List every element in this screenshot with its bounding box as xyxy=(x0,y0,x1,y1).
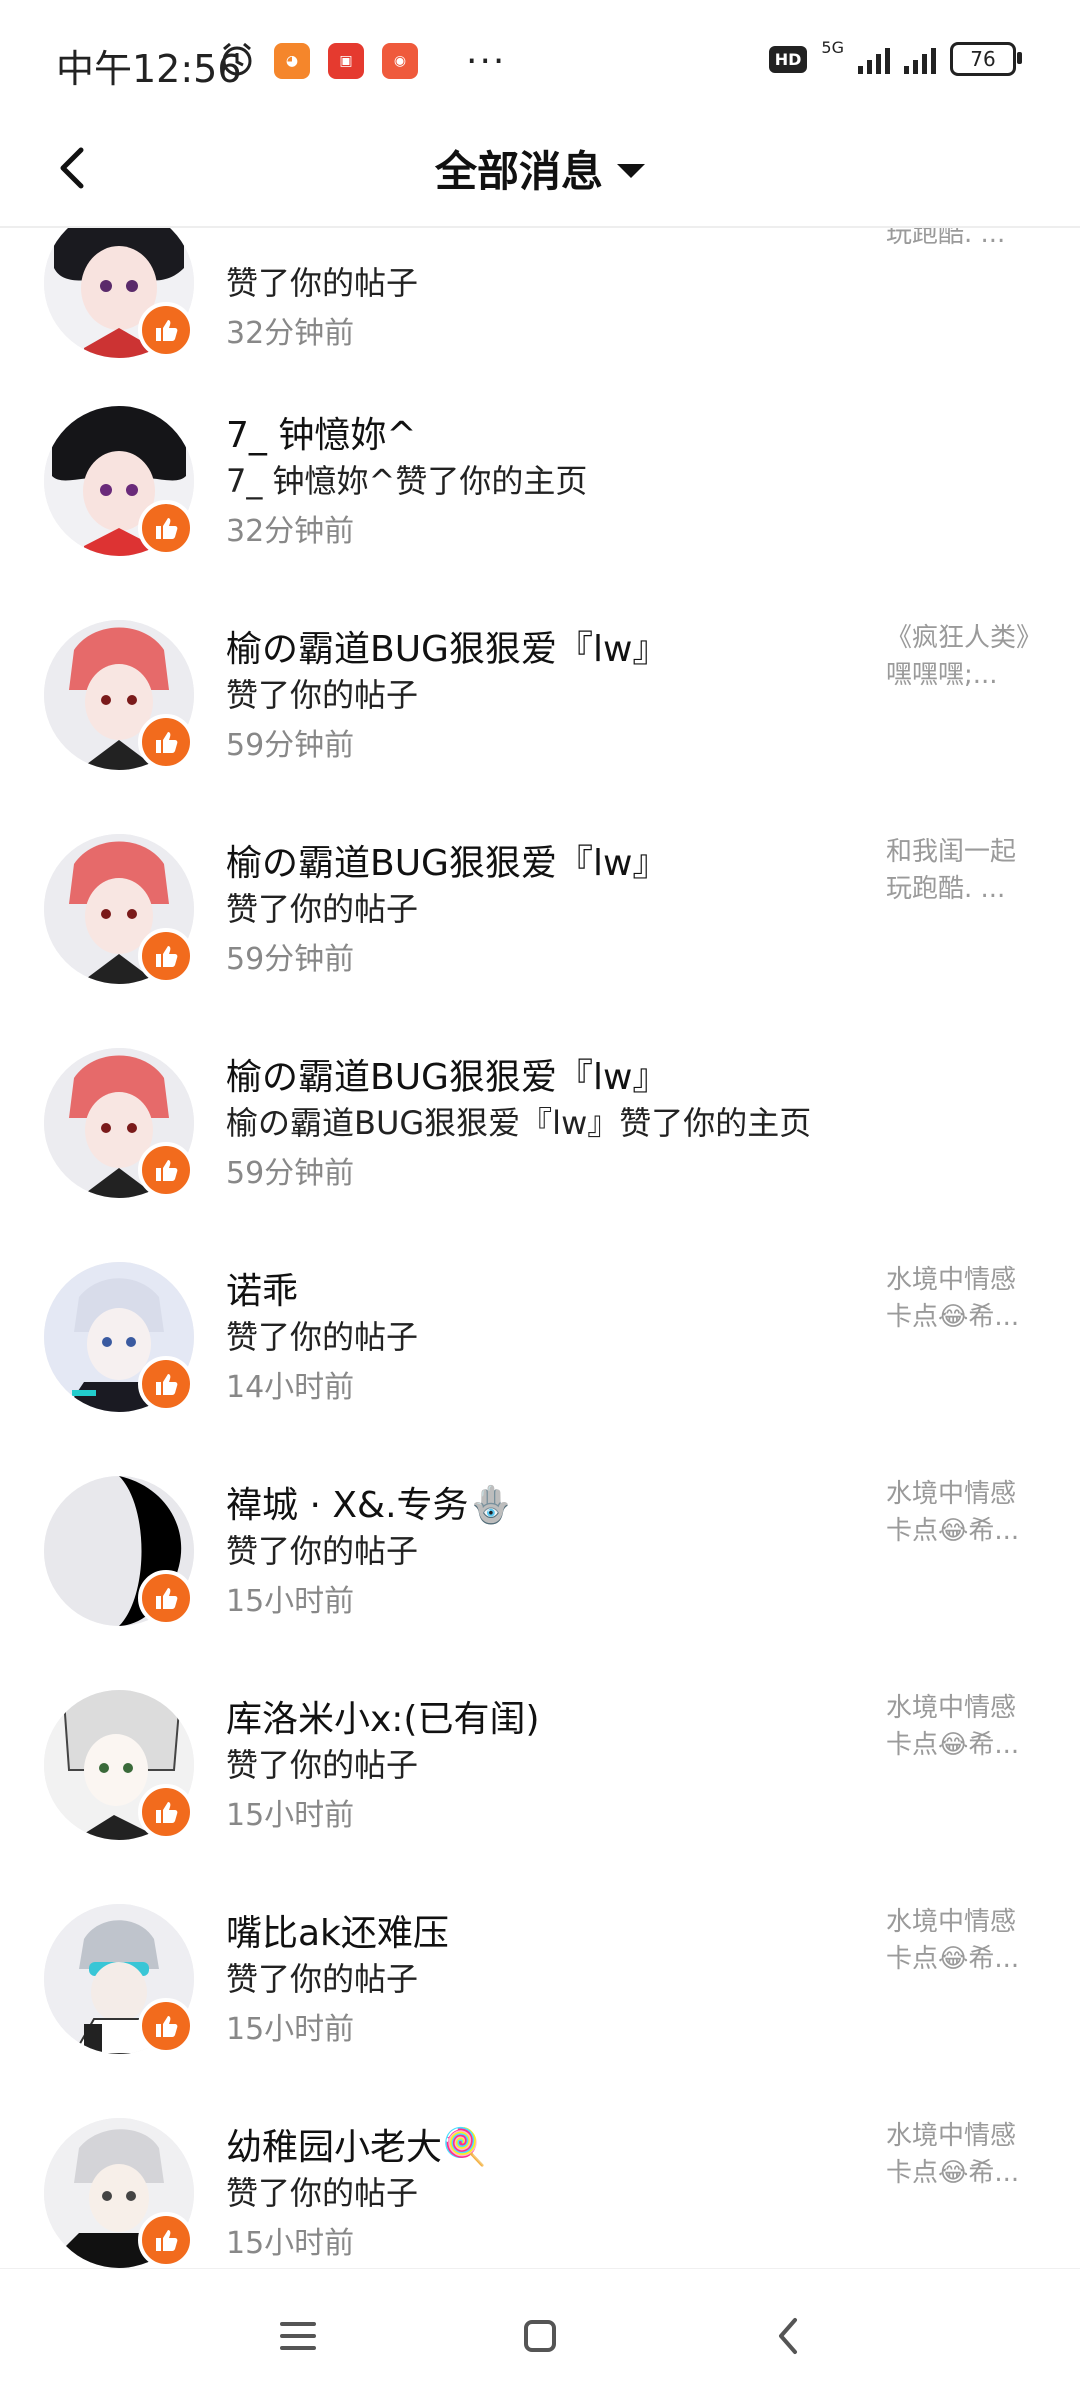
status-app-icons: ◕ ▣ ◉ ··· xyxy=(218,40,506,82)
avatar[interactable] xyxy=(44,1476,194,1626)
avatar[interactable] xyxy=(44,1262,194,1412)
status-time: 中午12:56 xyxy=(56,47,242,91)
system-navigation-bar xyxy=(0,2268,1080,2401)
action-text: 赞了你的帖子 xyxy=(226,676,419,714)
avatar[interactable] xyxy=(44,1690,194,1840)
user-name[interactable]: 禕城 · X&.专务🪬 xyxy=(226,1476,513,1528)
message-filter-dropdown[interactable]: 全部消息 xyxy=(0,138,1080,199)
like-badge-icon xyxy=(138,1784,194,1840)
avatar[interactable] xyxy=(44,1048,194,1198)
avatar[interactable] xyxy=(44,228,194,358)
list-item[interactable]: 榆の霸道BUG狠狠爱『lw』 榆の霸道BUG狠狠爱『lw』赞了你的主页 59分钟… xyxy=(0,1048,1080,1262)
avatar[interactable] xyxy=(44,834,194,984)
caret-down-icon xyxy=(617,163,645,178)
action-text: 赞了你的帖子 xyxy=(226,1960,419,1998)
action-text: 赞了你的帖子 xyxy=(226,1746,419,1784)
like-badge-icon xyxy=(138,1356,194,1412)
action-text: 赞了你的帖子 xyxy=(226,1532,419,1570)
list-item[interactable]: 榆の霸道BUG狠狠爱『lw』 赞了你的帖子 59分钟前 《疯狂人类》嘿嘿嘿;..… xyxy=(0,620,1080,834)
post-preview[interactable]: 《疯狂人类》嘿嘿嘿;... xyxy=(886,620,1036,694)
list-item[interactable]: 嘴比ak还难压 赞了你的帖子 15小时前 水境中情感卡点😂希... xyxy=(0,1904,1080,2118)
news-app-icon: ▣ xyxy=(328,43,364,79)
timestamp: 14小时前 xyxy=(226,1370,355,1405)
header: 全部消息 xyxy=(0,120,1080,228)
battery-level: 76 xyxy=(970,47,996,71)
action-text: 赞了你的帖子 xyxy=(226,1318,419,1356)
post-preview[interactable]: 水境中情感卡点😂希... xyxy=(886,1262,1036,1336)
action-text: 赞了你的帖子 xyxy=(226,264,419,302)
timestamp: 59分钟前 xyxy=(226,942,355,977)
like-badge-icon xyxy=(138,302,194,358)
action-text: 榆の霸道BUG狠狠爱『lw』赞了你的主页 xyxy=(226,1104,812,1142)
like-badge-icon xyxy=(138,1142,194,1198)
status-bar: 中午12:56 ◕ ▣ ◉ ··· HD 5G 76 xyxy=(0,0,1080,120)
action-text: 赞了你的帖子 xyxy=(226,2174,419,2212)
post-preview[interactable]: 和我闺一起玩跑酷. ... xyxy=(886,834,1036,908)
user-name[interactable]: 诺乖 xyxy=(226,1262,298,1314)
user-name[interactable]: 榆の霸道BUG狠狠爱『lw』 xyxy=(226,620,668,672)
kuaishou-app-icon: ◉ xyxy=(382,43,418,79)
status-system-icons: HD 5G 76 xyxy=(768,38,1022,76)
menu-nav-button[interactable] xyxy=(268,2309,328,2363)
timestamp: 15小时前 xyxy=(226,1798,355,1833)
post-preview[interactable]: 水境中情感卡点😂希... xyxy=(886,1904,1036,1978)
home-nav-button[interactable] xyxy=(510,2309,570,2363)
timestamp: 59分钟前 xyxy=(226,728,355,763)
timestamp: 15小时前 xyxy=(226,1584,355,1619)
page-title: 全部消息 xyxy=(434,147,603,196)
list-item[interactable]: 榆の霸道BUG狠狠爱『lw』 赞了你的帖子 59分钟前 和我闺一起玩跑酷. ..… xyxy=(0,834,1080,1048)
hd-icon: HD xyxy=(768,45,808,73)
like-badge-icon xyxy=(138,1998,194,2054)
timestamp: 15小时前 xyxy=(226,2226,355,2261)
post-preview[interactable]: 水境中情感卡点😂希... xyxy=(886,1690,1036,1764)
avatar[interactable] xyxy=(44,620,194,770)
list-item[interactable]: 诺乖 赞了你的帖子 14小时前 水境中情感卡点😂希... xyxy=(0,1262,1080,1476)
user-name[interactable]: 嘴比ak还难压 xyxy=(226,1904,449,1956)
timestamp: 32分钟前 xyxy=(226,514,355,549)
like-badge-icon xyxy=(138,2212,194,2268)
alarm-icon xyxy=(218,40,256,82)
avatar[interactable] xyxy=(44,1904,194,2054)
action-text: 赞了你的帖子 xyxy=(226,890,419,928)
post-preview[interactable]: 玩跑酷. ... xyxy=(886,228,1036,253)
action-text: 7_ 钟憶妳^赞了你的主页 xyxy=(226,462,588,500)
back-nav-button[interactable] xyxy=(758,2309,818,2363)
user-name[interactable]: 库洛米小x:(已有闺) xyxy=(226,1690,540,1742)
user-name[interactable]: 榆の霸道BUG狠狠爱『lw』 xyxy=(226,1048,668,1100)
timestamp: 15小时前 xyxy=(226,2012,355,2047)
user-name[interactable]: 幼稚园小老大🍭 xyxy=(226,2118,487,2170)
notification-list[interactable]: 赞了你的帖子 32分钟前 玩跑酷. ... 7_ 钟憶妳^ 7_ 钟憶妳^赞了你… xyxy=(0,228,1080,2268)
like-badge-icon xyxy=(138,928,194,984)
post-preview[interactable]: 水境中情感卡点😂希... xyxy=(886,2118,1036,2192)
like-badge-icon xyxy=(138,500,194,556)
list-item[interactable]: 7_ 钟憶妳^ 7_ 钟憶妳^赞了你的主页 32分钟前 xyxy=(0,406,1080,620)
taobao-app-icon: ◕ xyxy=(274,43,310,79)
signal-icon xyxy=(858,44,890,74)
signal-icon-2 xyxy=(904,44,936,74)
user-name[interactable]: 7_ 钟憶妳^ xyxy=(226,406,417,458)
timestamp: 59分钟前 xyxy=(226,1156,355,1191)
menu-icon xyxy=(280,2322,316,2350)
network-label: 5G xyxy=(821,37,844,57)
battery-icon: 76 xyxy=(950,42,1022,76)
post-preview[interactable]: 水境中情感卡点😂希... xyxy=(886,1476,1036,1550)
list-item[interactable]: 赞了你的帖子 32分钟前 玩跑酷. ... xyxy=(0,228,1080,422)
timestamp: 32分钟前 xyxy=(226,316,355,351)
list-item[interactable]: 库洛米小x:(已有闺) 赞了你的帖子 15小时前 水境中情感卡点😂希... xyxy=(0,1690,1080,1904)
back-triangle-icon xyxy=(779,2318,797,2354)
avatar[interactable] xyxy=(44,406,194,556)
home-square-icon xyxy=(524,2320,556,2352)
like-badge-icon xyxy=(138,714,194,770)
user-name[interactable]: 榆の霸道BUG狠狠爱『lw』 xyxy=(226,834,668,886)
avatar[interactable] xyxy=(44,2118,194,2268)
like-badge-icon xyxy=(138,1570,194,1626)
more-notifications-icon: ··· xyxy=(466,40,507,82)
list-item[interactable]: 禕城 · X&.专务🪬 赞了你的帖子 15小时前 水境中情感卡点😂希... xyxy=(0,1476,1080,1690)
list-item[interactable]: 幼稚园小老大🍭 赞了你的帖子 15小时前 水境中情感卡点😂希... xyxy=(0,2118,1080,2268)
